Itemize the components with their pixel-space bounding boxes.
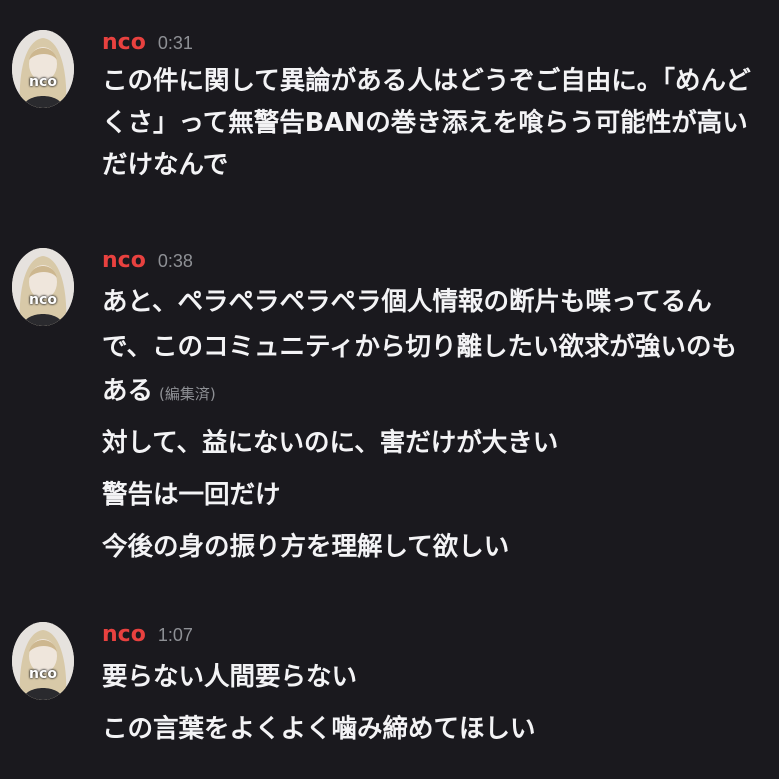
avatar-label: nco [29,292,57,308]
message-header: nco 1:07 [102,622,193,652]
message-text: 今後の身の振り方を理解して欲しい [102,532,510,562]
timestamp[interactable]: 1:07 [158,625,193,646]
edited-indicator: (編集済) [159,385,216,403]
username[interactable]: nco [102,622,146,647]
username[interactable]: nco [102,30,146,55]
message-text: 警告は一回だけ [102,480,281,510]
message-text: あと、ペラペラペラペラ個人情報の断片も喋ってるん [102,287,712,317]
avatar-image [12,248,74,326]
message-text: 要らない人間要らない [102,662,358,692]
message-text: だけなんで [102,150,229,180]
message-text: で、このコミュニティから切り離したい欲求が強いのも [102,332,737,362]
avatar-image [12,30,74,108]
avatar-label: nco [29,666,57,682]
avatar-label: nco [29,74,57,90]
timestamp[interactable]: 0:31 [158,33,193,54]
avatar[interactable]: nco [12,248,74,326]
username[interactable]: nco [102,248,146,273]
timestamp[interactable]: 0:38 [158,251,193,272]
avatar-image [12,622,74,700]
message-text: くさ」って無警告BANの巻き添えを喰らう可能性が高い [102,108,748,138]
message-text: 対して、益にないのに、害だけが大きい [102,428,559,458]
avatar[interactable]: nco [12,622,74,700]
avatar[interactable]: nco [12,30,74,108]
message-header: nco 0:38 [102,248,193,278]
message-text-last-line: ある (編集済) [102,370,772,415]
message-text: ある [102,376,154,406]
message-text: この言葉をよくよく噛み締めてほしい [102,714,536,744]
message-header: nco 0:31 [102,30,193,60]
message-text: この件に関して異論がある人はどうぞご自由に。「めんど [102,66,751,96]
